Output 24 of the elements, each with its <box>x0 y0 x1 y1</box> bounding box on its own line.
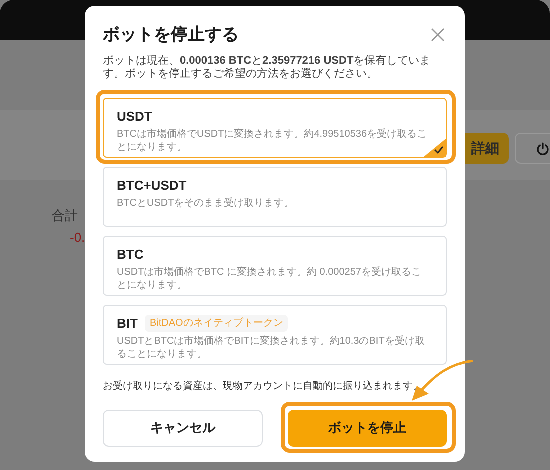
option-label: USDT <box>117 108 152 126</box>
option-label: BIT <box>117 314 138 332</box>
option-description: BTCとUSDTをそのまま受け取ります。 <box>117 197 296 210</box>
stop-button[interactable]: ボットを停止 <box>288 410 447 446</box>
cancel-button[interactable]: キャンセル <box>103 410 263 446</box>
power-button[interactable] <box>515 133 550 164</box>
dialog-title: ボットを停止する <box>103 24 239 46</box>
selected-check-icon <box>424 138 446 156</box>
option-card[interactable]: USDT BTCは市場価格でUSDTに変換されます。約4.99510536を受け取ることになります。 <box>103 98 447 158</box>
close-icon[interactable] <box>431 28 445 42</box>
option-card[interactable]: BTC USDTは市場価格でBTC に変換されます。約 0.000257を受け取ることになります。 <box>103 236 447 296</box>
option-description: BTCは市場価格でUSDTに変換されます。約4.99510536を受け取ることになります。 <box>117 128 428 154</box>
option-label: BTC+USDT <box>117 176 187 194</box>
intro-text: ボットは現在、0.000136 BTCと2.35977216 USDTを保有しています。ボットを停止するご希望の方法をお選びください。 <box>103 54 432 80</box>
total-value: -0. <box>70 229 86 247</box>
total-label: 合計 <box>52 207 78 225</box>
option-description: USDTは市場価格でBTC に変換されます。約 0.000257を受け取ることになります。 <box>117 266 422 292</box>
note-text: お受け取りになる資産は、現物アカウントに自動的に振り込まれます。 <box>103 380 424 394</box>
option-card[interactable]: BIT BitDAOのネイティブトークン USDTとBTCは市場価格でBITに変換されます。約10.3のBITを受け取ることになります。 <box>103 304 447 364</box>
power-icon <box>536 142 550 156</box>
option-card[interactable]: BTC+USDT BTCとUSDTをそのまま受け取ります。 <box>103 166 447 226</box>
option-label: BTC <box>117 246 144 264</box>
option-description: USDTとBTCは市場価格でBITに変換されます。約10.3のBITを受け取ることになります。 <box>117 335 426 361</box>
tag: BitDAOのネイティブトークン <box>144 314 288 332</box>
